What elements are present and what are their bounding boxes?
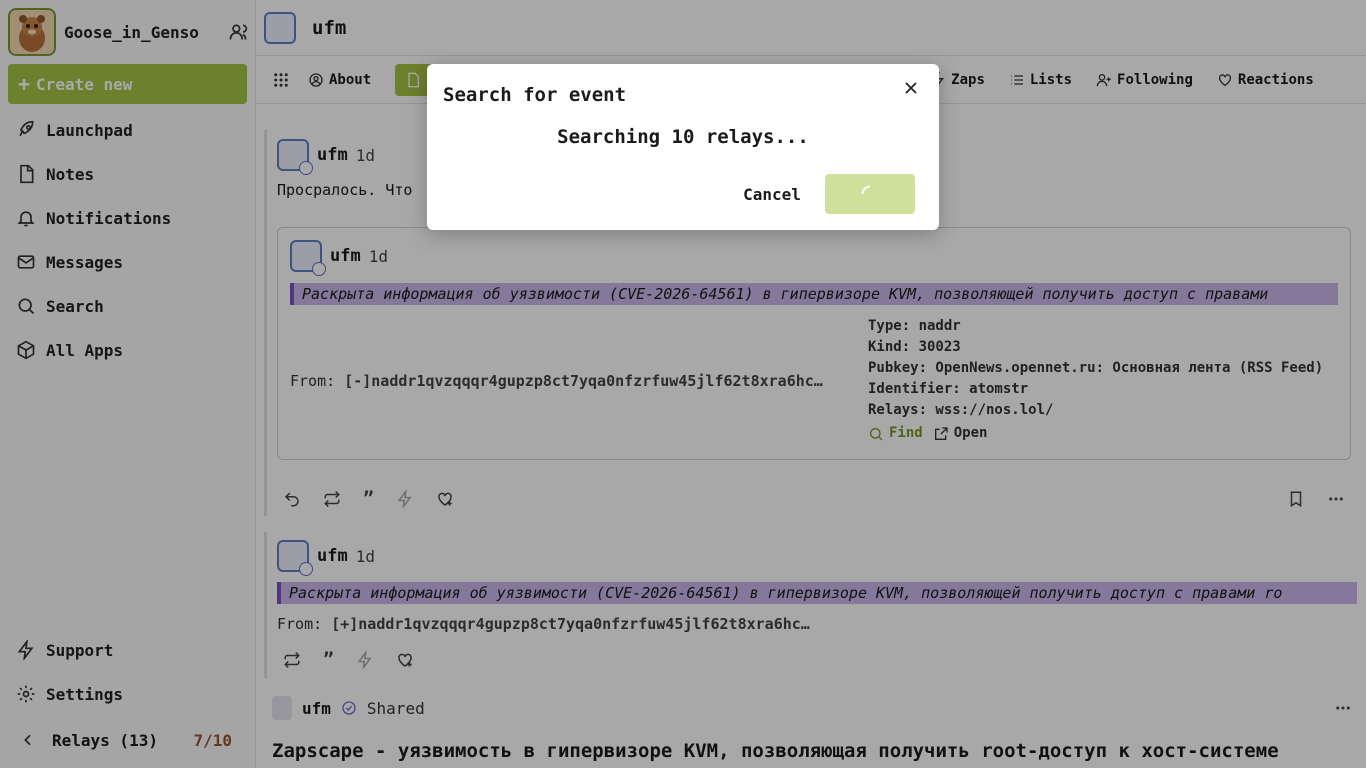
cancel-button[interactable]: Cancel (727, 174, 817, 214)
spinner-icon (860, 184, 880, 204)
loading-button[interactable] (825, 174, 915, 214)
dialog-message: Searching 10 relays... (557, 126, 809, 148)
close-icon[interactable] (901, 78, 921, 98)
dialog-title: Search for event (443, 84, 627, 106)
search-event-dialog: Search for event Searching 10 relays... … (427, 64, 939, 230)
